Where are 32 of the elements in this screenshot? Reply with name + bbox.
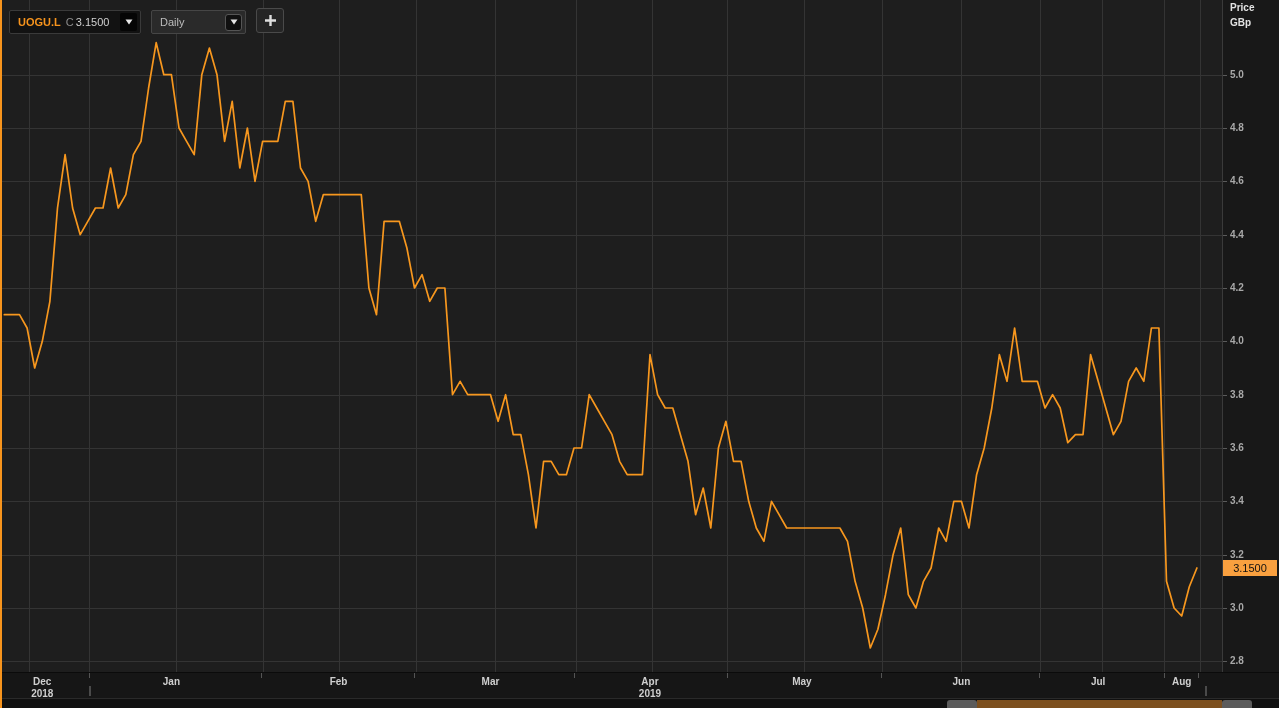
interval-dropdown[interactable]: Daily — [151, 10, 246, 34]
month-label: Apr 2019 — [638, 676, 662, 700]
price-tick-label: 4.4 — [1230, 228, 1244, 241]
symbol-dropdown[interactable]: UOGU.L C 3.1500 — [9, 10, 141, 34]
caret-down-icon[interactable] — [120, 13, 137, 31]
month-label: Jan — [162, 676, 180, 688]
month-label: Jun — [952, 676, 971, 688]
caret-down-icon[interactable] — [225, 13, 242, 31]
navigator-handle[interactable] — [1222, 700, 1252, 708]
price-tick-label: 4.0 — [1230, 335, 1244, 348]
price-tick-label: 3.0 — [1230, 602, 1244, 614]
month-label: May — [792, 676, 812, 688]
price-tick-label: 4.2 — [1230, 282, 1244, 294]
add-button[interactable] — [256, 8, 284, 33]
month-label: Mar — [481, 676, 500, 688]
navigator-handle[interactable] — [947, 700, 977, 708]
month-label: Dec 2018 — [31, 676, 54, 700]
month-label: Jul — [1090, 676, 1106, 688]
price-tick-label: 2.8 — [1230, 655, 1244, 668]
price-tick-label: 5.0 — [1230, 68, 1244, 81]
month-label: Feb — [329, 676, 348, 688]
price-tick-label: 3.2 — [1230, 548, 1244, 561]
price-tick-label: 3.4 — [1230, 495, 1244, 508]
axis-title: Price — [1230, 2, 1255, 14]
axis-unit: GBp — [1230, 17, 1252, 29]
plus-icon — [264, 15, 276, 26]
month-label: Aug — [1172, 676, 1192, 688]
price-tick-label: 4.6 — [1230, 175, 1244, 188]
price-tick-label: 4.8 — [1230, 122, 1244, 134]
last-price-tag: 3.1500 — [1223, 560, 1277, 576]
price-tick-label: 3.8 — [1230, 388, 1244, 401]
price-tick-label: 3.6 — [1230, 442, 1244, 454]
